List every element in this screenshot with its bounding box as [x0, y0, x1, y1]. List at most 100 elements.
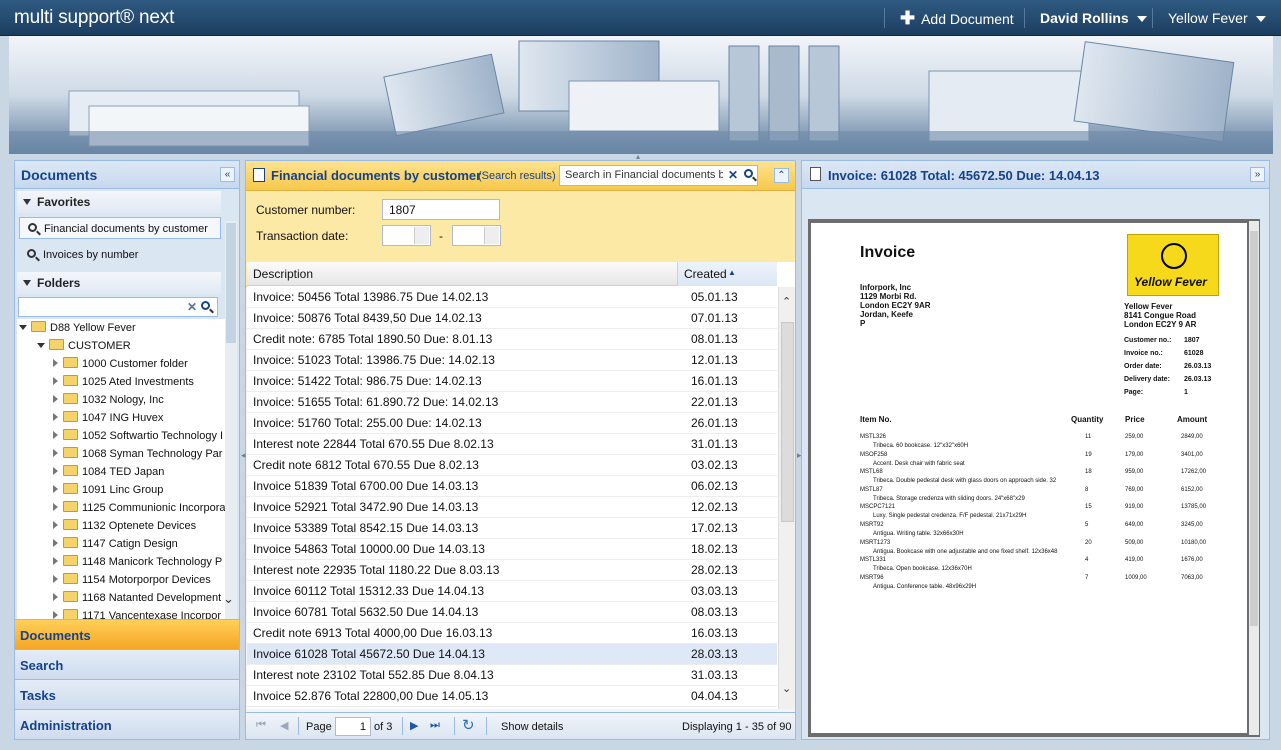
scroll-down-icon[interactable]: ⌄: [782, 682, 791, 695]
clear-icon[interactable]: ✕: [728, 168, 738, 182]
panel-header: Documents «: [15, 161, 239, 189]
calendar-icon[interactable]: [414, 227, 429, 244]
tree-node-customer-folder[interactable]: 1132 Optenete Devices: [53, 517, 196, 535]
accordion-documents[interactable]: Documents: [15, 619, 239, 649]
column-header-description[interactable]: Description: [253, 267, 313, 281]
collapse-left-icon[interactable]: «: [220, 167, 235, 182]
expand-right-icon[interactable]: »: [1250, 167, 1265, 182]
tree-node-customer-folder[interactable]: 1068 Syman Technology Par: [53, 445, 222, 463]
tree-node-customer-folder[interactable]: 1052 Softwartio Technology I: [53, 427, 223, 445]
favorites-header[interactable]: Favorites: [17, 191, 221, 213]
row-created: 05.01.13: [691, 290, 738, 304]
folder-search-input[interactable]: ✕: [18, 297, 218, 317]
search-in-results-input[interactable]: Search in Financial documents by ✕: [559, 165, 758, 186]
splitter-top-icon[interactable]: ▴: [636, 152, 640, 161]
accordion-tasks[interactable]: Tasks: [15, 679, 239, 709]
tree-node-customer-folder[interactable]: 1168 Natanted Development: [53, 589, 221, 607]
line-description: Antigua. Writing table. 32x66x30H: [873, 531, 964, 537]
accordion-administration[interactable]: Administration: [15, 709, 239, 739]
table-row[interactable]: Invoice 52921 Total 3472.90 Due 14.03.13…: [247, 497, 777, 518]
table-row[interactable]: Invoice 60112 Total 15312.33 Due 14.04.1…: [247, 581, 777, 602]
table-row[interactable]: Invoice 52.876 Total 22800,00 Due 14.05.…: [247, 686, 777, 707]
last-page-icon[interactable]: ⏭: [430, 719, 440, 732]
row-description: Credit note: 6785 Total 1890.50 Due: 8.0…: [253, 332, 493, 346]
folders-label: Folders: [37, 276, 81, 290]
table-row[interactable]: Credit note: 6785 Total 1890.50 Due: 8.0…: [247, 329, 777, 350]
favorite-financial-documents-by-customer[interactable]: Financial documents by customer: [19, 217, 221, 239]
search-icon[interactable]: [199, 298, 215, 316]
row-description: Invoice: 51760 Total: 255.00 Due: 14.02.…: [253, 416, 482, 430]
scroll-down-icon[interactable]: ⌄: [223, 591, 234, 607]
line-price: 1009,00: [1125, 574, 1147, 581]
table-row[interactable]: Invoice 60781 Total 5632.50 Due 14.04.13…: [247, 602, 777, 623]
table-row[interactable]: Invoice: 50456 Total 13986.75 Due 14.02.…: [247, 287, 777, 308]
table-row[interactable]: Invoice 53389 Total 8542.15 Due 14.03.13…: [247, 518, 777, 539]
collapse-up-icon[interactable]: ⌃: [774, 168, 789, 183]
line-item-no: MSOF258: [860, 451, 888, 458]
table-row[interactable]: Interest note 23102 Total 552.85 Due 8.0…: [247, 665, 777, 686]
show-details-button[interactable]: Show details: [501, 721, 563, 733]
table-row[interactable]: Credit note 6812 Total 670.55 Due 8.02.1…: [247, 455, 777, 476]
search-icon[interactable]: [741, 166, 757, 185]
tree-node-customer-folder[interactable]: 1125 Communionic Incorpora: [53, 499, 225, 517]
previous-page-icon[interactable]: ◀: [280, 719, 288, 732]
table-row[interactable]: Invoice 61028 Total 45672.50 Due 14.04.1…: [247, 644, 777, 665]
transaction-date-from[interactable]: [382, 225, 431, 246]
clear-icon[interactable]: ✕: [187, 300, 197, 314]
tree-node-root[interactable]: D88 Yellow Fever: [19, 319, 136, 337]
table-row[interactable]: Invoice: 51023 Total: 13986.75 Due: 14.0…: [247, 350, 777, 371]
tree-node-customer-folder[interactable]: 1147 Catign Design: [53, 535, 178, 553]
tree-node-customer-folder[interactable]: 1084 TED Japan: [53, 463, 164, 481]
first-page-icon[interactable]: ⏮: [256, 719, 266, 732]
tree-node-customer-folder[interactable]: 1091 Linc Group: [53, 481, 163, 499]
tree-node-customer-folder[interactable]: 1171 Vancentexase Incorpor: [53, 607, 221, 619]
table-row[interactable]: Credit note 6913 Total 4000,00 Due 16.03…: [247, 623, 777, 644]
favorite-invoices-by-number[interactable]: Invoices by number: [19, 244, 221, 266]
page-number-input[interactable]: 1: [335, 717, 371, 736]
table-row[interactable]: Invoice: 50876 Total 8439,50 Due 14.02.1…: [247, 308, 777, 329]
separator: [884, 8, 885, 28]
table-row[interactable]: Interest note 22935 Total 1180.22 Due 8.…: [247, 560, 777, 581]
transaction-date-to[interactable]: [452, 225, 501, 246]
line-quantity: 5: [1085, 522, 1089, 528]
table-row[interactable]: Invoice: 51655 Total: 61.890.72 Due: 14.…: [247, 392, 777, 413]
user-menu[interactable]: David Rollins: [1040, 0, 1147, 36]
table-row[interactable]: Invoice: 51760 Total: 255.00 Due: 14.02.…: [247, 413, 777, 434]
left-scrollbar[interactable]: [225, 221, 237, 621]
tree-node-customer-folder[interactable]: 1025 Ated Investments: [53, 373, 194, 391]
row-description: Invoice 60112 Total 15312.33 Due 14.04.1…: [253, 584, 485, 598]
folder-icon: [63, 555, 78, 566]
organization-menu[interactable]: Yellow Fever: [1168, 0, 1266, 36]
tree-node-customer[interactable]: CUSTOMER: [37, 337, 131, 355]
add-document-button[interactable]: ✚ Add Document: [900, 0, 1014, 36]
table-row[interactable]: Interest note 22844 Total 670.55 Due 8.0…: [247, 434, 777, 455]
document-scrollbar[interactable]: [1249, 221, 1259, 735]
customer-number-input[interactable]: 1807: [382, 199, 500, 220]
column-header-created[interactable]: Created ▲: [678, 262, 777, 286]
paging-toolbar: ⏮ ◀ Page 1 of 3 ▶ ⏭ ↻ Show details Displ…: [246, 712, 795, 739]
tree-node-label: 1025 Ated Investments: [82, 376, 194, 388]
grid-scrollbar[interactable]: ⌃ ⌄: [778, 287, 795, 709]
tree-node-customer-folder[interactable]: 1000 Customer folder: [53, 355, 188, 373]
refresh-icon[interactable]: ↻: [462, 716, 475, 734]
line-quantity: 15: [1085, 504, 1092, 511]
tree-node-customer-folder[interactable]: 1148 Manicork Technology P: [53, 553, 222, 571]
line-description: Tribeca. Open bookcase. 12x36x70H: [873, 566, 972, 573]
tree-node-customer-folder[interactable]: 1154 Motorporpor Devices: [53, 571, 211, 589]
sender-line: 1129 Morbi Rd.: [860, 292, 917, 301]
recipient-line: London EC2Y 9 AR: [1124, 320, 1197, 329]
table-row[interactable]: Invoice 54863 Total 10000.00 Due 14.03.1…: [247, 539, 777, 560]
line-amount: 13785,00: [1181, 504, 1207, 511]
calendar-icon[interactable]: [484, 227, 499, 244]
table-row[interactable]: Invoice 51839 Total 6700.00 Due 14.03.13…: [247, 476, 777, 497]
scroll-up-icon[interactable]: ⌃: [782, 295, 791, 308]
tree-node-label: 1084 TED Japan: [82, 466, 165, 478]
tree-node-customer-folder[interactable]: 1047 ING Huvex: [53, 409, 163, 427]
splitter-left-icon[interactable]: ◂: [241, 450, 246, 461]
next-page-icon[interactable]: ▶: [410, 719, 418, 732]
accordion-search[interactable]: Search: [15, 649, 239, 679]
folders-header[interactable]: Folders: [17, 272, 221, 294]
table-row[interactable]: Invoice: 51422 Total: 986.75 Due: 14.02.…: [247, 371, 777, 392]
tree-node-customer-folder[interactable]: 1032 Nology, Inc: [53, 391, 164, 409]
row-created: 16.03.13: [691, 626, 738, 640]
